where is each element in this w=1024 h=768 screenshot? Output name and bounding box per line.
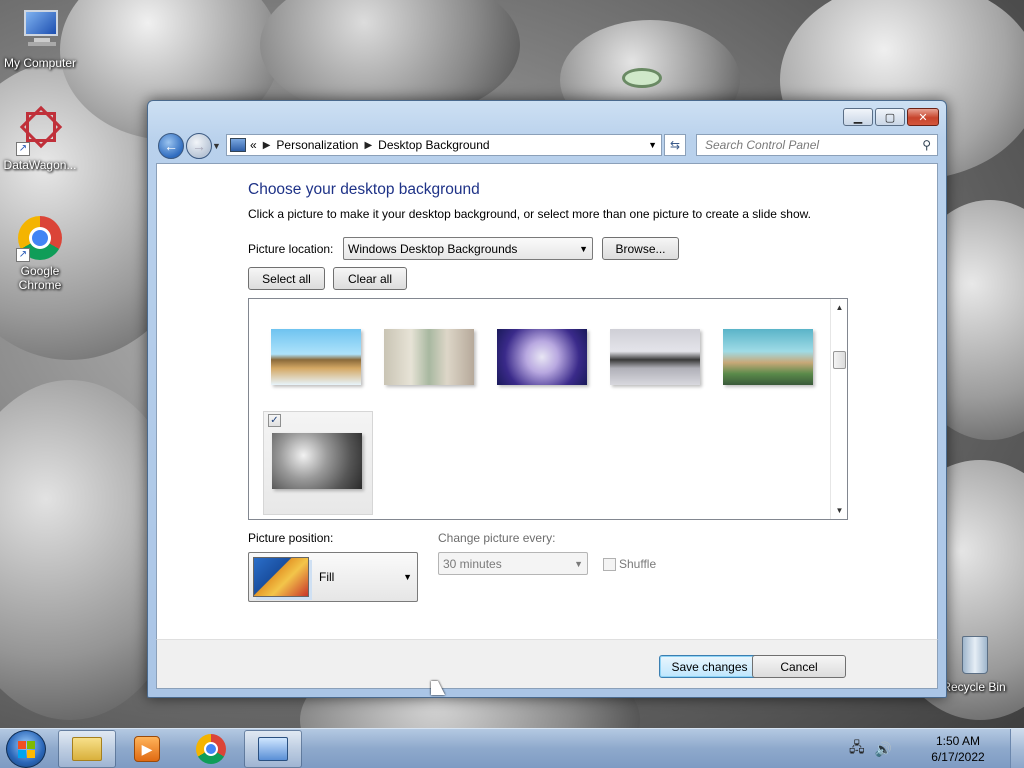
address-dropdown-icon[interactable]: ▼ (648, 140, 657, 150)
maximize-icon: ▢ (884, 111, 896, 124)
change-picture-every-select[interactable]: 30 minutes ▼ (438, 552, 588, 575)
gallery-scrollbar[interactable]: ▲ ▼ (830, 299, 847, 519)
refresh-icon: ⇆ (669, 138, 681, 152)
picture-position-value: Fill (319, 570, 335, 584)
desktop-icon-my-computer[interactable]: My Computer (0, 6, 80, 70)
page-instructions: Click a picture to make it your desktop … (248, 207, 811, 221)
desktop-icon-label: DataWagon... (3, 158, 77, 172)
computer-icon (16, 6, 64, 54)
datawagon-logo-icon: ↗ (16, 105, 64, 156)
browse-button[interactable]: Browse... (602, 237, 679, 260)
desktop-icon-google-chrome[interactable]: ↗ Google Chrome (0, 214, 80, 292)
scroll-down-icon[interactable]: ▼ (831, 502, 847, 519)
chrome-icon (196, 734, 226, 764)
desktop-icon-datawagon[interactable]: ↗ DataWagon... (0, 105, 80, 172)
chevron-down-icon: ▼ (212, 141, 221, 151)
control-panel-icon (258, 737, 288, 761)
volume-icon[interactable]: 🔊 (875, 741, 892, 758)
shortcut-arrow-icon: ↗ (16, 248, 30, 262)
checkbox-box[interactable] (603, 557, 616, 571)
chevron-down-icon: ▼ (574, 558, 583, 569)
recycle-bin-icon (950, 630, 998, 678)
breadcrumb-separator-icon[interactable]: ▶ (263, 140, 271, 151)
minimize-button[interactable]: ▁ (843, 108, 873, 126)
folder-icon (72, 737, 102, 761)
wallpaper-thumbnail[interactable] (723, 329, 813, 385)
wallpaper-checkbox[interactable]: ✓ (268, 414, 281, 427)
taskbar: ▶ 🖧 🔊 1:50 AM 6/17/2022 (0, 728, 1024, 768)
taskbar-media-player[interactable]: ▶ (118, 730, 176, 768)
address-overflow[interactable]: « (250, 138, 257, 152)
minimize-icon: ▁ (853, 111, 863, 124)
caption-buttons: ▁ ▢ ✕ (843, 108, 939, 126)
back-button[interactable]: ← (158, 133, 184, 159)
wallpaper-gallery: ✓ ▲ ▼ (248, 298, 848, 520)
breadcrumb-desktop-background[interactable]: Desktop Background (378, 138, 489, 152)
chevron-down-icon: ▼ (403, 572, 412, 582)
picture-location-label: Picture location: (248, 242, 334, 256)
save-changes-button[interactable]: Save changes (659, 655, 760, 678)
chevron-down-icon: ▼ (579, 243, 588, 254)
address-bar[interactable]: « ▶ Personalization ▶ Desktop Background… (226, 134, 662, 156)
content-pane: Choose your desktop background Click a p… (156, 163, 938, 639)
clock-time: 1:50 AM (935, 734, 981, 748)
start-button[interactable] (6, 730, 46, 768)
picture-location-select[interactable]: Windows Desktop Backgrounds ▼ (343, 237, 593, 260)
shuffle-checkbox[interactable]: Shuffle (603, 557, 656, 571)
breadcrumb-separator-icon[interactable]: ▶ (364, 140, 372, 151)
taskbar-control-panel[interactable] (244, 730, 302, 768)
control-panel-icon (230, 138, 246, 152)
clear-all-button[interactable]: Clear all (333, 267, 407, 290)
wallpaper-thumbnail[interactable] (384, 329, 474, 385)
mouse-cursor-icon (431, 681, 445, 695)
scroll-up-icon[interactable]: ▲ (831, 299, 847, 316)
forward-button[interactable]: → (186, 133, 212, 159)
desktop-icon-label: My Computer (3, 56, 77, 70)
media-player-icon: ▶ (134, 736, 160, 762)
network-icon[interactable]: 🖧 (849, 737, 865, 761)
wallpaper-thumbnail[interactable] (497, 329, 587, 385)
scrollbar-thumb[interactable] (833, 351, 846, 369)
wallpaper-thumbnail[interactable] (610, 329, 700, 385)
forward-arrow-icon: → (192, 138, 206, 154)
wallpaper-thumbnail[interactable] (271, 329, 361, 385)
refresh-button[interactable]: ⇆ (664, 134, 686, 156)
maximize-button[interactable]: ▢ (875, 108, 905, 126)
shortcut-arrow-icon: ↗ (16, 142, 30, 156)
close-button[interactable]: ✕ (907, 108, 939, 126)
select-all-button[interactable]: Select all (248, 267, 325, 290)
taskbar-chrome[interactable] (182, 730, 240, 768)
button-bar: Save changes Cancel (156, 639, 938, 689)
change-picture-every-value: 30 minutes (443, 556, 502, 571)
picture-position-label: Picture position: (248, 531, 334, 545)
page-title: Choose your desktop background (248, 181, 480, 198)
chrome-icon: ↗ (16, 214, 64, 262)
show-desktop-button[interactable] (1010, 729, 1024, 768)
selected-wallpaper-tile[interactable]: ✓ (263, 411, 373, 515)
desktop-icon-label: Google Chrome (18, 264, 62, 292)
breadcrumb-personalization[interactable]: Personalization (276, 138, 358, 152)
wallpaper-thumbnail[interactable] (272, 433, 362, 489)
cancel-button[interactable]: Cancel (752, 655, 846, 678)
windows-logo-icon (18, 741, 36, 759)
navigation-bar: ← → ▼ « ▶ Personalization ▶ Desktop Back… (156, 131, 938, 161)
picture-location-value: Windows Desktop Backgrounds (348, 241, 518, 256)
recent-pages-dropdown[interactable]: ▼ (212, 141, 221, 151)
search-placeholder: Search Control Panel (705, 138, 820, 152)
system-tray: 🖧 🔊 1:50 AM 6/17/2022 (849, 729, 1024, 768)
close-icon: ✕ (918, 111, 928, 124)
shuffle-label: Shuffle (619, 557, 657, 571)
clock[interactable]: 1:50 AM 6/17/2022 (918, 733, 998, 765)
back-arrow-icon: ← (164, 138, 178, 154)
picture-position-preview (253, 557, 309, 597)
search-input[interactable]: Search Control Panel ⚲ (696, 134, 938, 156)
desktop-background-window: ▁ ▢ ✕ ← → ▼ « ▶ Personalization ▶ Deskto… (147, 100, 947, 698)
search-icon[interactable]: ⚲ (922, 138, 931, 152)
clock-date: 6/17/2022 (931, 750, 985, 764)
taskbar-explorer[interactable] (58, 730, 116, 768)
picture-position-select[interactable]: Fill ▼ (248, 552, 418, 602)
change-picture-every-label: Change picture every: (438, 531, 556, 545)
